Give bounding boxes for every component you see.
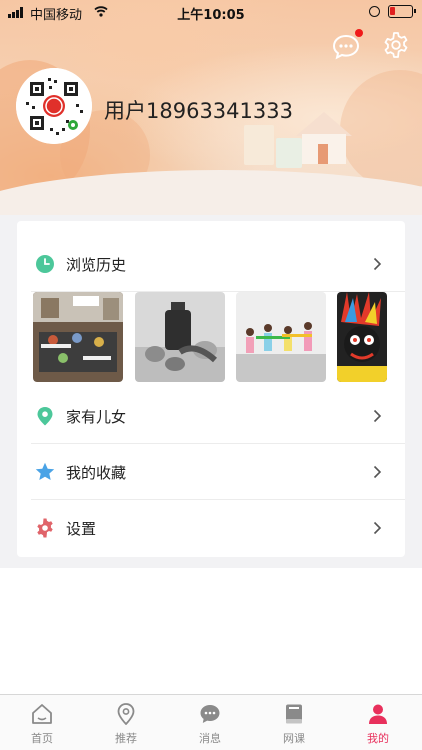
star-icon: [35, 462, 55, 480]
history-thumbnails: [17, 292, 405, 384]
person-icon: [369, 704, 387, 724]
history-label: 浏览历史: [66, 256, 127, 274]
settings-label: 设置: [66, 520, 97, 538]
tab-mine-label: 我的: [367, 732, 389, 745]
tab-messages[interactable]: 消息: [168, 695, 252, 750]
kids-photo: [236, 292, 326, 382]
history-thumbnail-classroom[interactable]: [33, 292, 123, 382]
history-row[interactable]: 浏览历史: [17, 237, 405, 292]
favorites-row[interactable]: 我的收藏: [17, 445, 405, 500]
tab-home-label: 首页: [31, 732, 53, 745]
location-pin-icon: [117, 703, 135, 725]
book-icon: [286, 704, 302, 724]
rotation-lock-icon: [369, 6, 380, 17]
gear-icon: [384, 32, 408, 58]
header-settings-button[interactable]: [382, 31, 410, 59]
tab-home[interactable]: 首页: [0, 695, 84, 750]
chevron-right-icon: [373, 257, 382, 271]
battery-icon: [388, 5, 416, 18]
tab-online-course[interactable]: 网课: [252, 695, 336, 750]
location-pin-icon: [37, 407, 53, 426]
gear-icon: [37, 518, 53, 538]
chevron-right-icon: [373, 465, 382, 479]
tab-mine[interactable]: 我的: [336, 695, 420, 750]
header-building-decoration: [244, 125, 274, 165]
history-thumbnail-kids[interactable]: [236, 292, 326, 382]
chevron-right-icon: [373, 409, 382, 423]
family-label: 家有儿女: [66, 408, 127, 426]
chat-bubble-icon: [200, 705, 220, 723]
family-row[interactable]: 家有儿女: [17, 389, 405, 444]
tab-recommend-label: 推荐: [115, 732, 137, 745]
tab-online-course-label: 网课: [283, 732, 305, 745]
profile-header: 中国移动 上午10:05 用户18963341333: [0, 0, 422, 215]
craft-photo: [337, 292, 387, 382]
avatar[interactable]: [16, 68, 92, 144]
menu-card: 浏览历史 家有儿女 我的收藏 设置: [17, 221, 405, 557]
home-icon: [32, 704, 52, 724]
status-time: 上午10:05: [177, 8, 245, 23]
message-button[interactable]: [331, 29, 363, 61]
bottom-tab-bar: 首页 推荐 消息 网课 我的: [0, 694, 422, 750]
username: 用户18963341333: [104, 99, 293, 123]
chevron-right-icon: [373, 521, 382, 535]
sketch-photo: [135, 292, 225, 382]
history-thumbnail-craft[interactable]: [337, 292, 387, 382]
content-blank-area: [0, 568, 422, 694]
classroom-photo: [33, 292, 123, 382]
tab-messages-label: 消息: [199, 732, 221, 745]
unread-dot: [355, 29, 363, 37]
settings-row[interactable]: 设置: [17, 501, 405, 556]
qr-code-avatar-icon: [16, 68, 92, 144]
header-house-decoration: [296, 112, 352, 164]
tab-recommend[interactable]: 推荐: [84, 695, 168, 750]
favorites-label: 我的收藏: [66, 464, 127, 482]
header-tree-decoration: [340, 70, 422, 190]
history-thumbnail-sketch[interactable]: [135, 292, 225, 382]
clock-icon: [36, 255, 54, 273]
status-bar: 中国移动 上午10:05: [0, 0, 422, 24]
